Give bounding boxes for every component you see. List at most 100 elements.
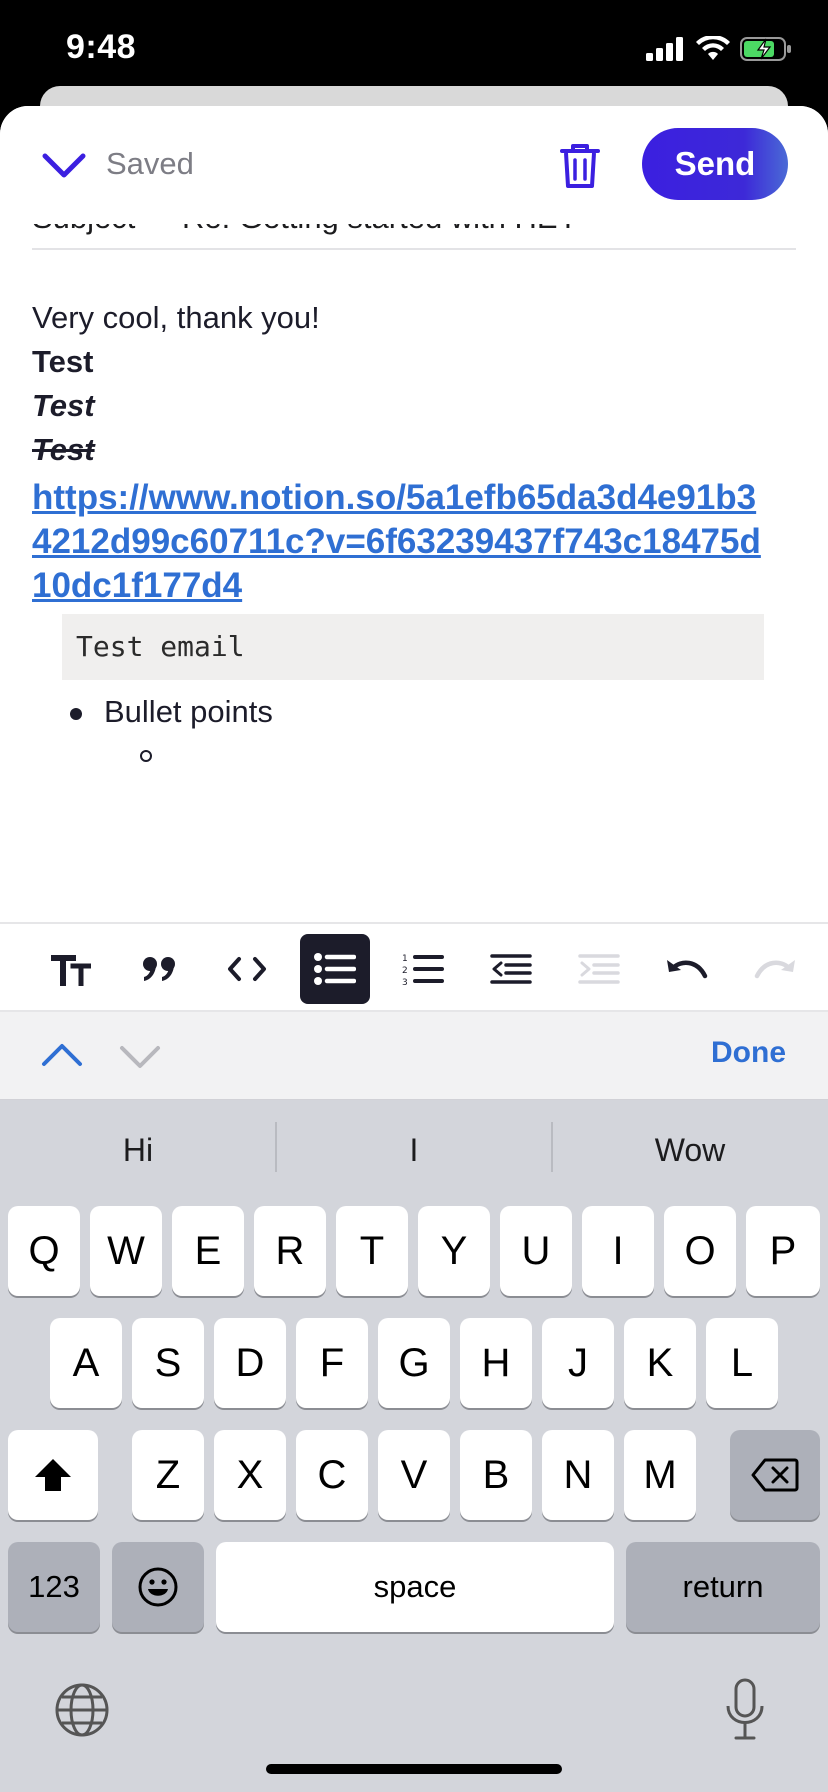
chevron-up-icon: [42, 1044, 82, 1066]
key-p[interactable]: P: [746, 1206, 820, 1296]
list-item: Bullet points: [32, 690, 802, 734]
indent-button[interactable]: [564, 934, 634, 1004]
indent-icon: [578, 954, 620, 984]
format-toolbar: 1 2 3: [0, 922, 828, 1012]
bullet-dot-icon: [70, 708, 82, 720]
italic-text: Test: [32, 388, 95, 423]
notion-link[interactable]: https://www.notion.so/5a1efb65da3d4e91b3…: [32, 476, 762, 608]
key-l[interactable]: L: [706, 1318, 778, 1408]
suggestion-item[interactable]: I: [276, 1122, 552, 1178]
message-body[interactable]: Very cool, thank you! Test Test Test htt…: [32, 296, 802, 778]
globe-icon: [55, 1683, 109, 1737]
key-a[interactable]: A: [50, 1318, 122, 1408]
quote-button[interactable]: [124, 934, 194, 1004]
return-key[interactable]: return: [626, 1542, 820, 1632]
trash-icon: [560, 144, 600, 188]
predictive-bar: Hi I Wow: [0, 1100, 828, 1200]
shift-key[interactable]: [8, 1430, 98, 1520]
key-k[interactable]: K: [624, 1318, 696, 1408]
compose-header: Saved Send: [0, 106, 828, 224]
key-v[interactable]: V: [378, 1430, 450, 1520]
key-m[interactable]: M: [624, 1430, 696, 1520]
code-button[interactable]: [212, 934, 282, 1004]
numbered-list-button[interactable]: 1 2 3: [388, 934, 458, 1004]
key-d[interactable]: D: [214, 1318, 286, 1408]
key-s[interactable]: S: [132, 1318, 204, 1408]
chevron-down-icon: [120, 1046, 160, 1068]
redo-icon: [754, 960, 795, 979]
key-g[interactable]: G: [378, 1318, 450, 1408]
key-y[interactable]: Y: [418, 1206, 490, 1296]
suggestion-item[interactable]: Wow: [552, 1122, 828, 1178]
suggestion-item[interactable]: Hi: [0, 1122, 276, 1178]
key-q[interactable]: Q: [8, 1206, 80, 1296]
bold-text: Test: [32, 344, 94, 379]
backspace-icon: [751, 1458, 799, 1492]
svg-text:3: 3: [402, 978, 408, 986]
backspace-key[interactable]: [730, 1430, 820, 1520]
key-b[interactable]: B: [460, 1430, 532, 1520]
delete-draft-button[interactable]: [554, 138, 606, 194]
microphone-icon: [726, 1678, 764, 1740]
globe-button[interactable]: [54, 1682, 110, 1738]
undo-icon: [667, 960, 708, 979]
outdent-icon: [490, 954, 532, 984]
keyboard-accessory-bar: Done: [0, 1012, 828, 1100]
home-indicator: [266, 1764, 562, 1774]
nested-list-item[interactable]: [32, 734, 802, 778]
text-size-icon: [51, 955, 91, 986]
status-icons: [646, 36, 792, 62]
key-h[interactable]: H: [460, 1318, 532, 1408]
keyboard: Hi I Wow Q W E R T Y U I O P A S D F G H…: [0, 1100, 828, 1792]
status-bar: 9:48: [0, 0, 828, 100]
previous-field-button[interactable]: [40, 1034, 84, 1078]
key-r[interactable]: R: [254, 1206, 326, 1296]
key-t[interactable]: T: [336, 1206, 408, 1296]
key-x[interactable]: X: [214, 1430, 286, 1520]
outdent-button[interactable]: [476, 934, 546, 1004]
send-button[interactable]: Send: [642, 128, 788, 200]
numbered-list-icon: 1 2 3: [402, 954, 444, 986]
partial-tool-button[interactable]: [0, 934, 26, 1004]
dictation-button[interactable]: [724, 1678, 766, 1742]
key-j[interactable]: J: [542, 1318, 614, 1408]
key-n[interactable]: N: [542, 1430, 614, 1520]
bullet-text: Bullet points: [104, 694, 273, 729]
strikethrough-text: Test: [32, 432, 95, 467]
emoji-key[interactable]: [112, 1542, 204, 1632]
signal-icon: [646, 37, 683, 61]
emoji-icon: [138, 1567, 178, 1607]
key-e[interactable]: E: [172, 1206, 244, 1296]
quote-icon: [143, 957, 175, 981]
done-button[interactable]: Done: [711, 1036, 786, 1070]
svg-text:1: 1: [402, 954, 408, 964]
text-size-button[interactable]: [36, 934, 106, 1004]
next-field-button[interactable]: [118, 1034, 162, 1078]
battery-charging-icon: [740, 37, 791, 61]
wifi-icon: [696, 36, 730, 60]
bullet-circle-icon: [140, 750, 152, 762]
redo-button[interactable]: [740, 934, 810, 1004]
key-u[interactable]: U: [500, 1206, 572, 1296]
key-o[interactable]: O: [664, 1206, 736, 1296]
shift-icon: [35, 1459, 71, 1491]
collapse-button[interactable]: [38, 144, 90, 188]
key-i[interactable]: I: [582, 1206, 654, 1296]
code-block: Test email: [62, 614, 764, 680]
undo-button[interactable]: [652, 934, 722, 1004]
space-key[interactable]: space: [216, 1542, 614, 1632]
key-f[interactable]: F: [296, 1318, 368, 1408]
saved-status: Saved: [106, 146, 194, 181]
status-time: 9:48: [66, 28, 137, 66]
body-text: Very cool, thank you!: [32, 300, 320, 335]
bullet-list-button[interactable]: [300, 934, 370, 1004]
bullet-list-icon: [314, 953, 356, 985]
compose-sheet: Subject Re: Getting started with HEY Sav…: [0, 106, 828, 1012]
partial-icon: [0, 954, 1, 984]
key-c[interactable]: C: [296, 1430, 368, 1520]
svg-text:2: 2: [402, 966, 408, 976]
chevron-down-icon: [42, 153, 86, 178]
key-w[interactable]: W: [90, 1206, 162, 1296]
key-z[interactable]: Z: [132, 1430, 204, 1520]
numbers-key[interactable]: 123: [8, 1542, 100, 1632]
